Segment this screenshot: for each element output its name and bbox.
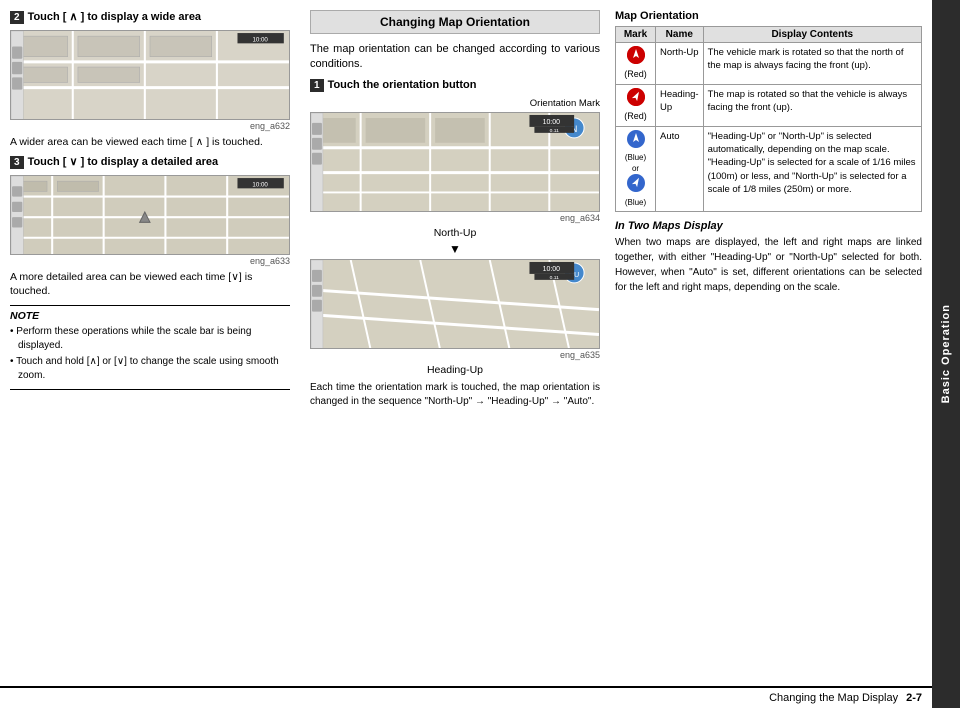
north-up-icon (627, 46, 645, 64)
step3-body: A more detailed area can be viewed each … (10, 270, 290, 299)
auto-desc: "Heading-Up" or "North-Up" is selected a… (703, 126, 921, 211)
step2-heading: 2Touch [ ∧ ] to display a wide area (10, 10, 290, 24)
north-up-desc: The vehicle mark is rotated so that the … (703, 43, 921, 85)
heading-up-icon (627, 88, 645, 106)
sidebar-tab-label: Basic Operation (940, 304, 952, 403)
sidebar-tab: Basic Operation (932, 0, 960, 708)
map-caption-4: eng_a635 (310, 350, 600, 360)
step3-label: 3 (10, 156, 24, 169)
in-two-maps-body: When two maps are displayed, the left an… (615, 235, 922, 295)
middle-column: Changing Map Orientation The map orienta… (300, 10, 610, 678)
note-title: NOTE (10, 310, 290, 322)
step1-heading: 1Touch the orientation button (310, 79, 600, 92)
note-item-1: • Perform these operations while the sca… (10, 325, 290, 353)
bottom-label: Changing the Map Display (769, 692, 898, 704)
north-up-icon-label: (Red) (620, 68, 651, 81)
in-two-maps-title: In Two Maps Display (615, 220, 922, 232)
step1-label: 1 (310, 79, 324, 92)
bottom-bar: Changing the Map Display 2-7 (0, 686, 932, 708)
orientation-table: Mark Name Display Contents (615, 26, 922, 212)
heading-up-desc: The map is rotated so that the vehicle i… (703, 84, 921, 126)
col-header-name: Name (656, 27, 704, 43)
svg-text:10:00: 10:00 (543, 119, 561, 126)
table-row-northup: (Red) North-Up The vehicle mark is rotat… (616, 43, 922, 85)
svg-text:10:00: 10:00 (252, 181, 268, 188)
table-row-auto: (Blue) or (Blue) Auto "Heading-Up (616, 126, 922, 211)
step3-heading: 3Touch [ ∨ ] to display a detailed area (10, 155, 290, 169)
map-north-up: N 10:00 0.11 (310, 112, 600, 212)
map-image-wide: 10:00 (10, 30, 290, 120)
auto-icon-2 (627, 174, 645, 192)
bottom-page: 2-7 (906, 692, 922, 704)
icon-cell-auto: (Blue) or (Blue) (616, 126, 656, 211)
svg-text:10:00: 10:00 (543, 266, 561, 273)
step2-label: 2 (10, 11, 24, 24)
heading-up-label: Heading-Up (310, 364, 600, 376)
section-header: Changing Map Orientation (310, 10, 600, 34)
north-up-name: North-Up (656, 43, 704, 85)
table-row-headingup: (Red) Heading-Up The map is rotated so t… (616, 84, 922, 126)
left-column: 2Touch [ ∧ ] to display a wide area (10, 10, 300, 678)
col-header-contents: Display Contents (703, 27, 921, 43)
orientation-mark-label: Orientation Mark (310, 98, 600, 109)
heading-up-icon-label: (Red) (620, 110, 651, 123)
step2-body: A wider area can be viewed each time [ ∧… (10, 135, 290, 150)
arrow-down: ▼ (310, 242, 600, 256)
icon-cell-headingup: (Red) (616, 84, 656, 126)
note-section: NOTE • Perform these operations while th… (10, 305, 290, 390)
icon-cell-northup: (Red) (616, 43, 656, 85)
map-caption-1: eng_a632 (10, 121, 290, 131)
middle-body-text: Each time the orientation mark is touche… (310, 381, 600, 409)
heading-up-name: Heading-Up (656, 84, 704, 126)
auto-name: Auto (656, 126, 704, 211)
north-up-label: North-Up (310, 227, 600, 239)
col-header-mark: Mark (616, 27, 656, 43)
map-caption-3: eng_a634 (310, 213, 600, 223)
intro-text: The map orientation can be changed accor… (310, 42, 600, 73)
right-column: Map Orientation Mark Name Display Conten… (610, 10, 922, 678)
map-image-detailed: 10:00 (10, 175, 290, 255)
svg-text:0.11: 0.11 (550, 275, 560, 281)
svg-text:10:00: 10:00 (252, 36, 268, 43)
auto-icon-1 (627, 130, 645, 148)
note-item-2: • Touch and hold [∧] or [∨] to change th… (10, 355, 290, 383)
table-title: Map Orientation (615, 10, 922, 22)
map-caption-2: eng_a633 (10, 256, 290, 266)
svg-text:0.11: 0.11 (550, 128, 560, 134)
map-heading-up: HU 10:00 0.11 (310, 259, 600, 349)
